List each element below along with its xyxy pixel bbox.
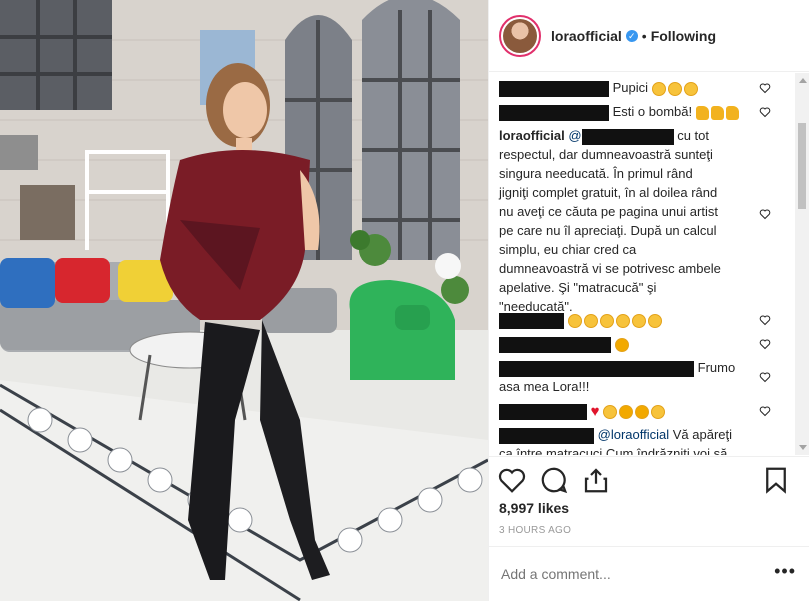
post-header: loraofficial ✓ • Following <box>489 0 809 72</box>
heart-icon[interactable] <box>759 208 771 220</box>
action-bar <box>489 456 809 505</box>
emoji-icon <box>647 313 662 328</box>
comment-line: cu tot <box>677 128 709 143</box>
comment-line: ca între matracuci Cum îndrăzniţi voi să <box>499 446 728 455</box>
comment-line: Frumo <box>697 360 736 375</box>
heart-icon[interactable] <box>759 106 771 118</box>
emoji-icon <box>635 404 650 419</box>
comment-line: simplu, eu chiar cred ca <box>499 242 637 257</box>
heart-icon[interactable] <box>497 465 527 495</box>
redacted-username <box>499 336 611 353</box>
scroll-down-icon[interactable] <box>799 445 807 450</box>
emoji-icon <box>651 81 666 96</box>
mention-link[interactable]: @loraofficial <box>598 427 670 442</box>
comment-line: dumneavoastră vi se potrivesc ambele <box>499 261 721 276</box>
emoji-icon <box>619 404 634 419</box>
emoji-icon <box>667 81 682 96</box>
post-sidebar: loraofficial ✓ • Following Pupici Esti o… <box>488 0 809 601</box>
redacted-username <box>499 104 609 121</box>
comment-item: ♥ <box>499 401 769 421</box>
comment-line: Vă apăreţi <box>672 427 733 442</box>
comment-item <box>499 310 769 329</box>
share-icon[interactable] <box>581 465 611 495</box>
comment-item: Esti o bombă! <box>499 102 769 121</box>
comment-line: asa mea Lora!!! <box>499 379 590 394</box>
heart-icon[interactable] <box>759 405 771 417</box>
heart-icon[interactable] <box>759 82 771 94</box>
separator-dot: • <box>641 27 647 44</box>
comment-text: Pupici <box>612 80 649 95</box>
verified-icon: ✓ <box>625 29 638 42</box>
emoji-icon <box>614 337 629 352</box>
emoji-icon <box>603 404 618 419</box>
emoji-icon <box>599 313 614 328</box>
redacted-username <box>499 427 594 444</box>
comment-item: @loraofficial Vă apăreţi ca între matrac… <box>499 425 769 455</box>
thumbs-up-icon <box>695 105 709 120</box>
comment-author[interactable]: loraofficial <box>499 128 565 143</box>
instagram-post: loraofficial ✓ • Following Pupici Esti o… <box>0 0 809 601</box>
emoji-icon <box>631 313 646 328</box>
comment-item: loraofficial @ cu tot respectul, dar dum… <box>499 126 769 316</box>
studio-photo <box>0 0 488 601</box>
emoji-icon <box>567 313 582 328</box>
redacted-username <box>499 360 694 377</box>
post-photo[interactable] <box>0 0 488 601</box>
comment-line: apelative. Şi "matracucă" şi <box>499 280 657 295</box>
heart-icon[interactable] <box>759 338 771 350</box>
post-timestamp[interactable]: 3 HOURS AGO <box>499 525 571 536</box>
emoji-icon <box>615 313 630 328</box>
mention-link[interactable]: @ <box>568 128 581 143</box>
emoji-icon <box>583 313 598 328</box>
redacted-username <box>581 128 674 145</box>
comment-text: Esti o bombă! <box>612 104 693 119</box>
redacted-username <box>499 312 564 329</box>
comment-line: pe care nu îl apreciaţi. După un calcul <box>499 223 717 238</box>
add-comment-input[interactable] <box>499 565 753 583</box>
comments-list[interactable]: Pupici Esti o bombă! loraofficial @ cu t… <box>489 73 809 455</box>
comment-icon[interactable] <box>539 465 569 495</box>
comment-line: respectul, dar dumneavoastră sunteţi <box>499 147 713 162</box>
scroll-thumb[interactable] <box>798 123 806 209</box>
comment-line: jigniţi complet gratuit, în al doilea râ… <box>499 185 718 200</box>
comment-item: Frumo asa mea Lora!!! <box>499 358 769 396</box>
redacted-username <box>499 80 609 97</box>
comments-scrollbar[interactable] <box>795 73 809 455</box>
emoji-icon <box>651 404 666 419</box>
comment-item <box>499 334 769 353</box>
comment-line: nu aveţi ce căuta pe pagina unui artist <box>499 204 718 219</box>
username-link[interactable]: loraofficial <box>551 28 622 44</box>
comment-line: singura needucată. În primul rând <box>499 166 693 181</box>
likes-count[interactable]: 8,997 likes <box>499 500 569 516</box>
emoji-icon <box>683 81 698 96</box>
add-comment-bar: ••• <box>489 546 809 602</box>
avatar[interactable] <box>499 14 541 57</box>
comment-item: Pupici <box>499 78 769 97</box>
thumbs-up-icon <box>725 105 739 120</box>
bookmark-icon[interactable] <box>761 465 791 495</box>
redacted-username <box>499 403 587 420</box>
scroll-up-icon[interactable] <box>799 78 807 83</box>
avatar-image <box>503 18 537 53</box>
heart-icon[interactable] <box>759 371 771 383</box>
heart-icon[interactable] <box>759 314 771 326</box>
thumbs-up-icon <box>710 105 724 120</box>
red-heart-icon: ♥ <box>590 403 600 421</box>
following-button[interactable]: Following <box>651 28 716 44</box>
more-options-button[interactable]: ••• <box>774 561 796 582</box>
